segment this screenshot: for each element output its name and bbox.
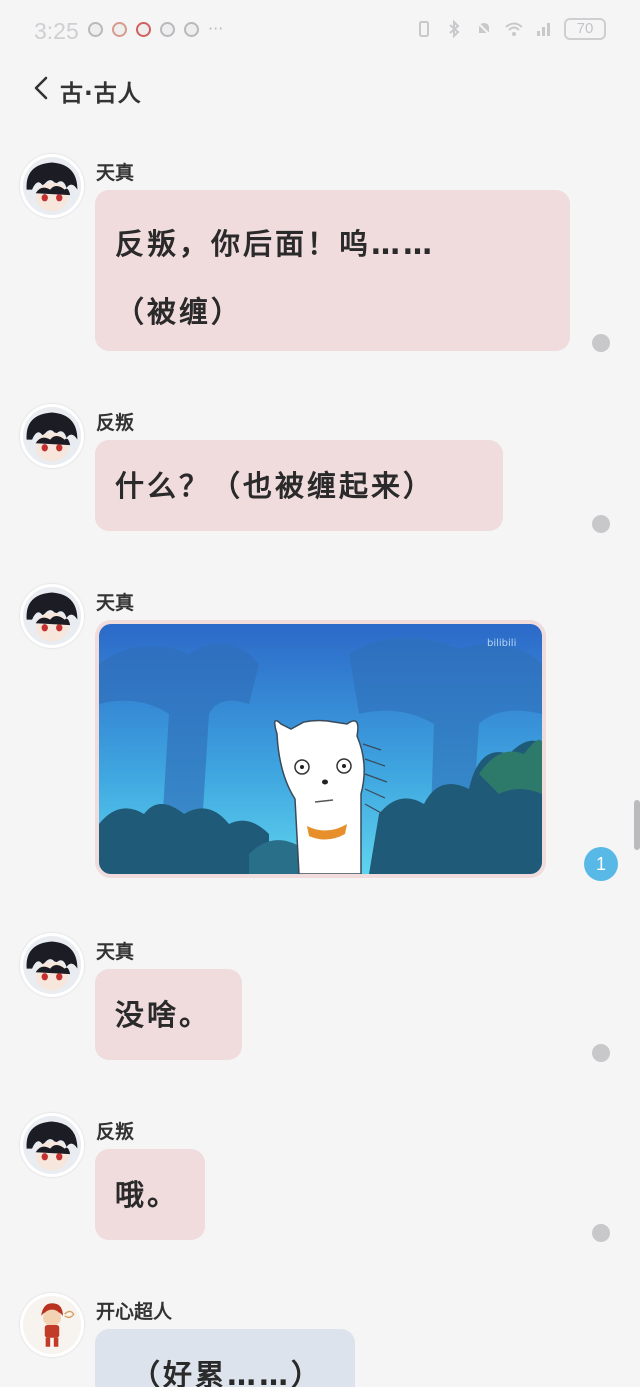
avatar[interactable] (20, 584, 84, 648)
status-bar: 3:25 ··· 70 (0, 0, 640, 60)
chat-header: 古·古人 (0, 66, 640, 110)
image-message[interactable]: bilibili (95, 620, 546, 878)
sender-name: 天真 (96, 162, 135, 184)
read-status-dot (592, 515, 610, 533)
scrollbar[interactable] (634, 800, 640, 850)
wifi-icon (505, 22, 523, 36)
image-watermark: bilibili (487, 638, 516, 649)
sender-name: 开心超人 (96, 1301, 173, 1323)
battery-icon: 70 (564, 18, 606, 40)
system-icons: 70 (414, 18, 606, 40)
read-status-dot (592, 1224, 610, 1242)
notification-app-icon (160, 22, 175, 37)
message-bubble[interactable]: 什么？（也被缠起来） (95, 440, 503, 531)
message-text: （被缠） (115, 295, 244, 329)
read-status-dot (592, 1044, 610, 1062)
message-bubble[interactable]: 哦。 (95, 1149, 205, 1240)
message-text: 哦。 (115, 1178, 180, 1212)
avatar-character-icon (23, 587, 81, 645)
avatar[interactable] (20, 154, 84, 218)
sender-name: 反叛 (96, 1121, 135, 1143)
notification-app-icon (136, 22, 151, 37)
cartoon-cat-image: bilibili (99, 624, 542, 874)
sender-name: 天真 (96, 941, 135, 963)
back-chevron-icon[interactable] (30, 74, 54, 102)
signal-icon (537, 23, 550, 36)
avatar[interactable] (20, 404, 84, 468)
message-bubble[interactable]: （好累……） (95, 1329, 355, 1387)
status-time: 3:25 (34, 18, 79, 44)
notification-more: ··· (208, 19, 224, 38)
message-text: 反叛，你后面！呜…… (115, 227, 436, 261)
notification-app-icon (88, 22, 103, 37)
message-text: 什么？（也被缠起来） (115, 469, 436, 503)
avatar[interactable] (20, 1293, 84, 1357)
unread-count-badge[interactable]: 1 (584, 847, 618, 881)
message-bubble[interactable]: 没啥。 (95, 969, 242, 1060)
chat-title: 古·古人 (60, 81, 142, 107)
avatar[interactable] (20, 933, 84, 997)
avatar-character-icon (23, 1116, 81, 1174)
message-bubble[interactable]: 反叛，你后面！呜…… （被缠） (95, 190, 570, 351)
mute-icon (476, 21, 492, 37)
message-text: 没啥。 (115, 998, 212, 1032)
bluetooth-icon (449, 19, 460, 39)
read-status-dot (592, 334, 610, 352)
notification-icons: ··· (88, 19, 224, 38)
avatar-character-icon (23, 936, 81, 994)
message-text: （好累……） (131, 1358, 324, 1387)
avatar-character-icon (23, 157, 81, 215)
avatar[interactable] (20, 1113, 84, 1177)
vibrate-icon (419, 21, 429, 37)
sender-name: 反叛 (96, 412, 135, 434)
notification-app-icon (184, 22, 199, 37)
notification-app-icon (112, 22, 127, 37)
sender-name: 天真 (96, 592, 135, 614)
avatar-character-icon (23, 1296, 81, 1354)
avatar-character-icon (23, 407, 81, 465)
